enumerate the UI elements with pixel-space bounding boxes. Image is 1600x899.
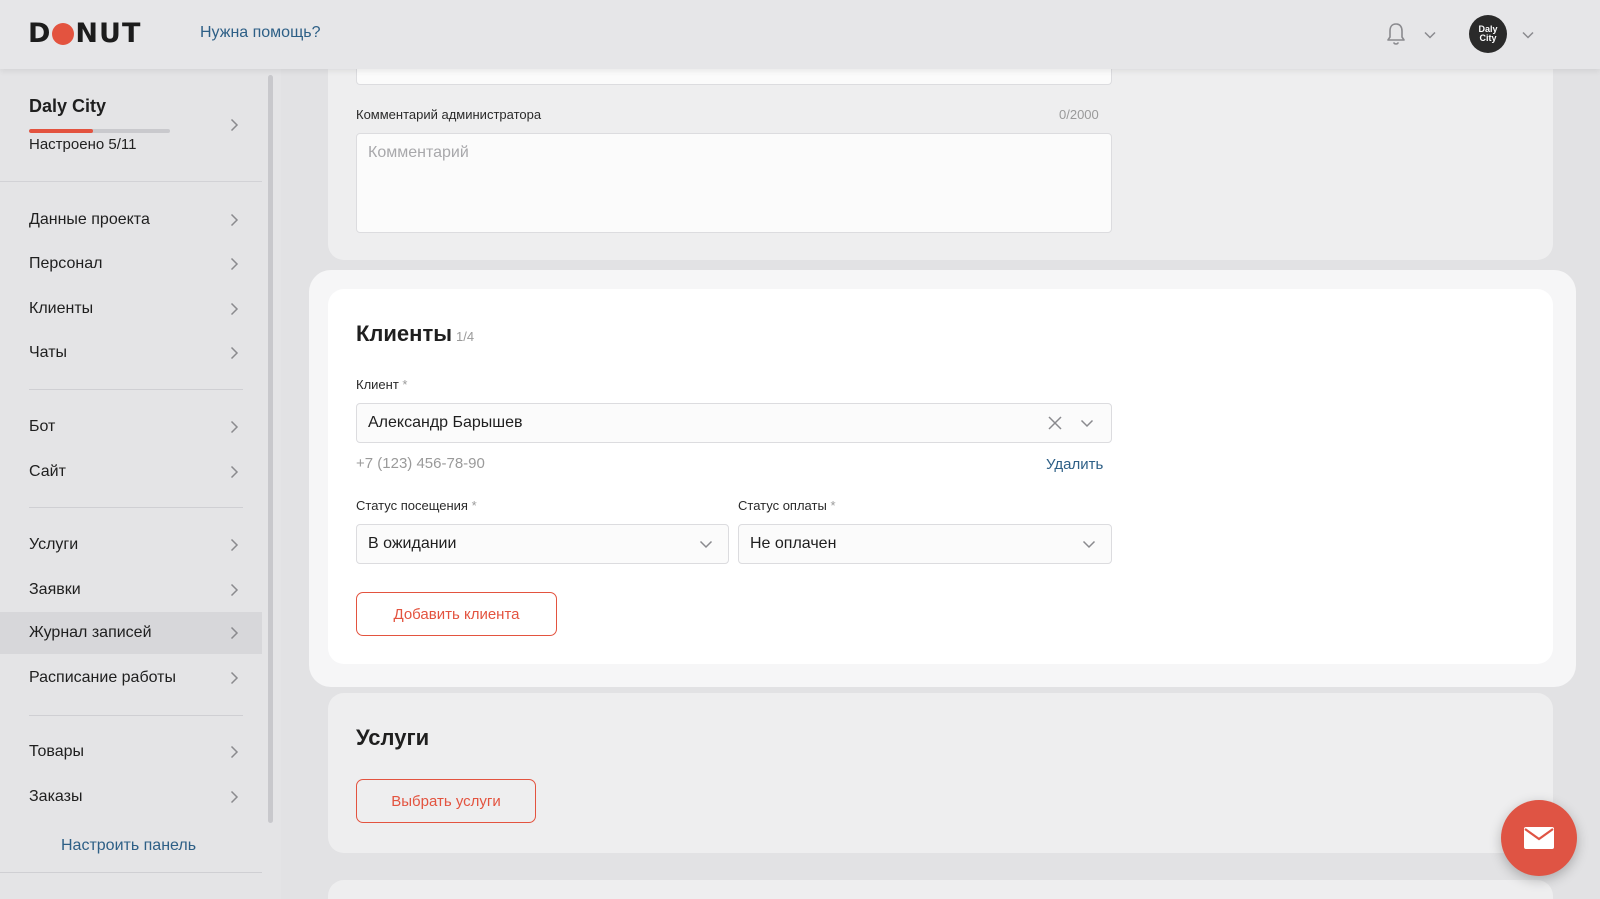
services-card: Услуги Выбрать услуги	[328, 693, 1553, 853]
sidebar-item-requests[interactable]: Заявки	[0, 569, 262, 611]
payment-status-label-text: Статус оплаты	[738, 498, 827, 513]
logo-text-right: NUT	[75, 18, 142, 49]
logo[interactable]: D NUT	[28, 20, 141, 48]
chevron-right-icon	[230, 790, 239, 804]
sidebar-item-products[interactable]: Товары	[0, 731, 262, 773]
select-services-button[interactable]: Выбрать услуги	[356, 779, 536, 823]
chevron-right-icon	[230, 257, 239, 271]
top-bar: D NUT Нужна помощь? Daly City	[0, 0, 1600, 69]
sidebar-divider	[29, 507, 243, 508]
sidebar-item-staff[interactable]: Персонал	[0, 243, 262, 285]
sidebar-divider	[29, 715, 243, 716]
avatar-text-2: City	[1479, 33, 1497, 43]
sidebar-item-chats[interactable]: Чаты	[0, 332, 262, 374]
chevron-right-icon	[230, 420, 239, 434]
logo-dot	[52, 23, 75, 45]
project-selector[interactable]: Daly City Настроено 5/11	[0, 69, 262, 182]
chevron-right-icon	[230, 671, 239, 685]
client-select[interactable]: Александр Барышев	[356, 403, 1112, 443]
sidebar-item-label: Расписание работы	[29, 669, 176, 686]
chevron-right-icon	[230, 302, 239, 316]
required-mark: *	[402, 377, 408, 392]
chevron-right-icon	[230, 346, 239, 360]
chevron-right-icon	[230, 118, 239, 132]
sidebar-item-bot[interactable]: Бот	[0, 406, 262, 448]
sidebar-item-clients[interactable]: Клиенты	[0, 288, 262, 330]
visit-status-select[interactable]: В ожидании	[356, 524, 729, 564]
add-client-button[interactable]: Добавить клиента	[356, 592, 557, 636]
client-label-text: Клиент	[356, 377, 399, 392]
sidebar-divider	[0, 872, 262, 873]
sidebar-item-label: Заявки	[29, 581, 81, 598]
sidebar-item-label: Журнал записей	[29, 624, 152, 641]
clients-count: 1/4	[456, 329, 475, 344]
profile-chevron-down-icon[interactable]	[1520, 27, 1536, 43]
sidebar-item-label: Товары	[29, 743, 85, 760]
customize-panel-link[interactable]: Настроить панель	[61, 837, 196, 855]
sidebar-item-label: Бот	[29, 418, 56, 435]
sidebar-item-services[interactable]: Услуги	[0, 524, 262, 566]
chevron-down-icon[interactable]	[1079, 415, 1095, 431]
chevron-down-icon[interactable]	[1081, 536, 1097, 552]
client-select-value: Александр Барышев	[368, 414, 523, 431]
payment-status-select[interactable]: Не оплачен	[738, 524, 1112, 564]
setup-status: Настроено 5/11	[29, 136, 137, 153]
chevron-right-icon	[230, 213, 239, 227]
mail-icon	[1524, 827, 1554, 849]
remove-client-link[interactable]: Удалить	[1046, 456, 1103, 473]
services-section-title: Услуги	[356, 725, 430, 750]
sidebar-item-label: Заказы	[29, 788, 83, 805]
setup-progress-bar	[29, 129, 170, 133]
admin-comment-placeholder: Комментарий	[368, 144, 469, 161]
setup-progress-fill	[29, 129, 94, 133]
bell-icon[interactable]	[1384, 21, 1408, 47]
client-phone: +7 (123) 456-78-90	[356, 455, 485, 472]
help-link[interactable]: Нужна помощь?	[200, 24, 320, 42]
admin-comment-counter: 0/2000	[1059, 107, 1099, 122]
sidebar-item-work-schedule[interactable]: Расписание работы	[0, 657, 262, 699]
logo-text-left: D	[28, 18, 52, 49]
sidebar-item-label: Сайт	[29, 463, 66, 480]
visit-status-label: Статус посещения *	[356, 498, 477, 513]
message-fab-button[interactable]	[1501, 800, 1577, 876]
sidebar: Daly City Настроено 5/11 Данные проекта …	[0, 69, 281, 899]
sidebar-item-project-data[interactable]: Данные проекта	[0, 199, 262, 241]
payment-status-value: Не оплачен	[750, 535, 837, 552]
client-field-label: Клиент *	[356, 377, 407, 392]
sidebar-item-label: Персонал	[29, 255, 103, 272]
clients-section-title: Клиенты 1/4	[356, 321, 474, 347]
sidebar-item-label: Данные проекта	[29, 211, 150, 228]
payment-status-label: Статус оплаты *	[738, 498, 836, 513]
chevron-right-icon	[230, 538, 239, 552]
admin-comment-textarea[interactable]: Комментарий	[356, 133, 1112, 233]
chevron-right-icon	[230, 465, 239, 479]
visit-status-value: В ожидании	[368, 535, 457, 552]
required-mark: *	[830, 498, 836, 513]
sidebar-item-appointments-log[interactable]: Журнал записей	[0, 612, 262, 654]
required-mark: *	[471, 498, 477, 513]
project-name: Daly City	[29, 96, 107, 116]
clients-title-text: Клиенты	[356, 321, 453, 346]
sidebar-item-site[interactable]: Сайт	[0, 451, 262, 493]
avatar[interactable]: Daly City	[1469, 15, 1507, 53]
details-card: Комментарий администратора 0/2000 Коммен…	[328, 40, 1553, 260]
notifications-chevron-down-icon[interactable]	[1422, 27, 1438, 43]
chevron-down-icon[interactable]	[698, 536, 714, 552]
clear-icon[interactable]	[1047, 415, 1063, 431]
next-card	[328, 880, 1553, 899]
visit-status-label-text: Статус посещения	[356, 498, 468, 513]
clients-card: Клиенты 1/4 Клиент * Александр Барышев +7…	[328, 289, 1553, 664]
chevron-right-icon	[230, 626, 239, 640]
sidebar-item-label: Клиенты	[29, 300, 94, 317]
sidebar-divider	[29, 389, 243, 390]
sidebar-item-label: Услуги	[29, 536, 79, 553]
sidebar-item-label: Чаты	[29, 344, 68, 361]
admin-comment-label: Комментарий администратора	[356, 107, 542, 122]
sidebar-item-orders[interactable]: Заказы	[0, 776, 262, 818]
chevron-right-icon	[230, 745, 239, 759]
sidebar-scrollbar[interactable]	[268, 75, 273, 823]
chevron-right-icon	[230, 583, 239, 597]
